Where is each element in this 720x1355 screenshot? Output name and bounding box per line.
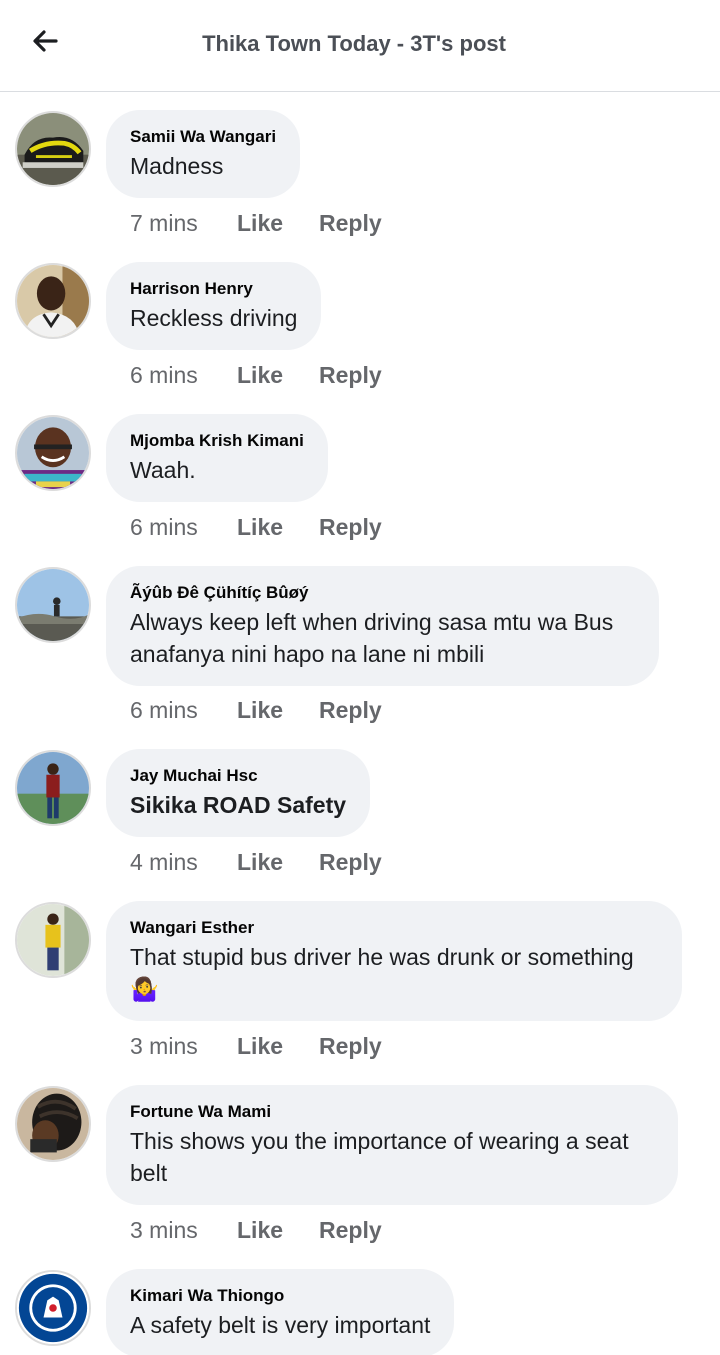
comment-author[interactable]: Mjomba Krish Kimani	[130, 428, 304, 454]
reply-button[interactable]: Reply	[319, 362, 382, 389]
page-title: Thika Town Today - 3T's post	[202, 31, 506, 56]
like-button[interactable]: Like	[237, 1217, 319, 1244]
comment-bubble: Harrison Henry Reckless driving	[106, 262, 322, 350]
comment-text: Waah.	[130, 457, 196, 483]
avatar[interactable]	[15, 902, 91, 978]
standing-man-avatar	[17, 752, 89, 824]
avatar[interactable]	[15, 1086, 91, 1162]
avatar[interactable]	[15, 263, 91, 339]
like-button[interactable]: Like	[237, 1033, 319, 1060]
reply-button[interactable]: Reply	[319, 697, 382, 724]
comment-actions: 7 mins Like Reply	[130, 207, 382, 239]
comment-text: This shows you the importance of wearing…	[130, 1128, 629, 1186]
comment-actions: 6 mins Like Reply	[130, 359, 382, 391]
braids-portrait-avatar	[17, 1088, 89, 1160]
comment-text: Always keep left when driving sasa mtu w…	[130, 609, 614, 667]
sneaker-avatar	[17, 113, 89, 185]
comment-bubble: Jay Muchai Hsc Sikika ROAD Safety	[106, 749, 371, 837]
comment-time: 4 mins	[130, 848, 198, 875]
comment-author[interactable]: Wangari Esther	[130, 915, 658, 941]
comment-text: That stupid bus driver he was drunk or s…	[130, 944, 634, 1002]
comment-bubble: Wangari Esther That stupid bus driver he…	[106, 901, 682, 1021]
comment-author[interactable]: Samii Wa Wangari	[130, 124, 276, 150]
comment-time: 6 mins	[130, 696, 198, 723]
comment-text: A safety belt is very important	[130, 1312, 431, 1338]
reply-button[interactable]: Reply	[319, 514, 382, 541]
avatar[interactable]	[15, 415, 91, 491]
man-smiling-avatar	[17, 417, 89, 489]
like-button[interactable]: Like	[237, 697, 319, 724]
comment-actions: 3 mins Like Reply	[130, 1214, 382, 1246]
comment-actions: 3 mins Like Reply	[130, 1030, 382, 1062]
comment-actions: 6 mins Like Reply	[130, 511, 382, 543]
comment-author[interactable]: Jay Muchai Hsc	[130, 763, 346, 789]
like-button[interactable]: Like	[237, 362, 319, 389]
reply-button[interactable]: Reply	[319, 1033, 382, 1060]
comment-author[interactable]: Ãýûb Ðê Çühítíç Bûøý	[130, 580, 635, 606]
comment-time: 6 mins	[130, 513, 198, 540]
comment-time: 3 mins	[130, 1032, 198, 1059]
like-button[interactable]: Like	[237, 514, 319, 541]
comment-time: 7 mins	[130, 209, 198, 236]
like-button[interactable]: Like	[237, 849, 319, 876]
comment-bubble: Kimari Wa Thiongo A safety belt is very …	[106, 1269, 455, 1355]
woman-yellow-avatar	[17, 904, 89, 976]
comment-time: 6 mins	[130, 361, 198, 388]
man-portrait-avatar	[17, 265, 89, 337]
comment-bubble: Fortune Wa Mami This shows you the impor…	[106, 1085, 678, 1205]
avatar[interactable]	[15, 1270, 91, 1346]
reply-button[interactable]: Reply	[319, 849, 382, 876]
comment-text: Madness	[130, 153, 224, 179]
comment-author[interactable]: Kimari Wa Thiongo	[130, 1283, 430, 1309]
avatar[interactable]	[15, 111, 91, 187]
comment-author[interactable]: Fortune Wa Mami	[130, 1099, 654, 1125]
comment-time: 3 mins	[130, 1216, 198, 1243]
comment-actions: 4 mins Like Reply	[130, 846, 382, 878]
reply-button[interactable]: Reply	[319, 1217, 382, 1244]
comment-text: Reckless driving	[130, 305, 298, 331]
comment-text: Sikika ROAD Safety	[130, 792, 347, 818]
avatar[interactable]	[15, 567, 91, 643]
comment-bubble: Ãýûb Ðê Çühítíç Bûøý Always keep left wh…	[106, 566, 659, 686]
comment-author[interactable]: Harrison Henry	[130, 276, 297, 302]
comment-bubble: Mjomba Krish Kimani Waah.	[106, 414, 328, 502]
avatar[interactable]	[15, 750, 91, 826]
reply-button[interactable]: Reply	[319, 210, 382, 237]
like-button[interactable]: Like	[237, 210, 319, 237]
chelsea-crest-avatar	[17, 1272, 89, 1344]
top-bar: Thika Town Today - 3T's post	[0, 0, 720, 92]
comment-actions: 6 mins Like Reply	[130, 694, 382, 726]
sky-landscape-avatar	[17, 569, 89, 641]
comment-bubble: Samii Wa Wangari Madness	[106, 110, 301, 198]
